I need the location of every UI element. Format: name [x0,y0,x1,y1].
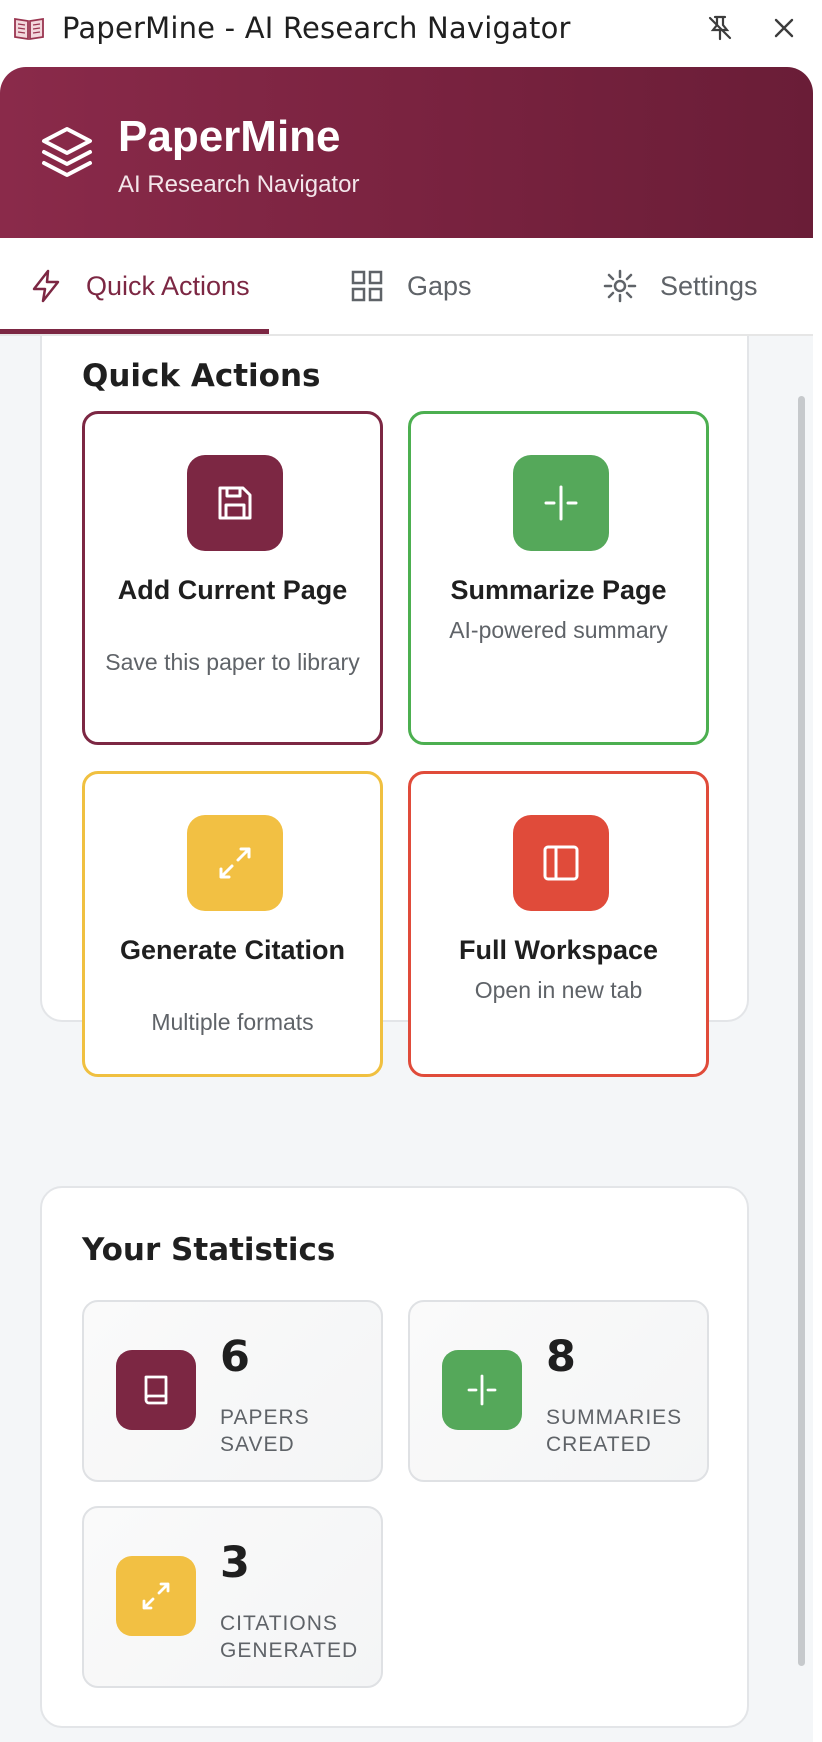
stat-value: 6 [220,1332,250,1382]
tab-quick-actions[interactable]: Quick Actions [28,238,250,334]
action-title: Add Current Page [117,575,348,605]
action-description: Open in new tab [474,977,643,1003]
full-workspace-button[interactable]: Full Workspace Open in new tab [408,771,709,1077]
summarize-page-button[interactable]: Summarize Page AI-powered summary [408,411,709,745]
stat-value: 8 [546,1332,576,1382]
app-header: PaperMine AI Research Navigator [0,67,813,238]
tab-label: Gaps [407,270,472,301]
stat-value: 3 [220,1538,250,1588]
save-icon [187,455,283,551]
close-icon[interactable] [768,12,800,44]
active-tab-indicator [0,329,269,334]
stat-label: PAPERS SAVED [220,1406,310,1456]
tab-label: Settings [660,270,758,301]
action-title: Full Workspace [458,935,659,965]
expand-arrows-icon [116,1556,196,1636]
app-subtitle: AI Research Navigator [118,171,360,198]
action-title: Summarize Page [450,575,667,605]
expand-arrows-icon [187,815,283,911]
action-description: Save this paper to library [105,649,360,675]
action-description: AI-powered summary [449,617,668,643]
tab-gaps[interactable]: Gaps [349,238,472,334]
quick-actions-card: Quick Actions Add Current Page Save this… [40,336,749,1077]
unpin-icon[interactable] [704,12,736,44]
stat-label: SUMMARIES CREATED [546,1406,683,1456]
app-name: PaperMine [118,112,341,161]
tab-settings[interactable]: Settings [602,238,758,334]
grid-icon [351,270,383,302]
window-title: PaperMine - AI Research Navigator [62,11,571,45]
panel-icon [513,815,609,911]
tab-content[interactable]: Quick Actions Add Current Page Save this… [0,336,813,1742]
scrollbar[interactable] [798,396,805,1666]
stat-citations-generated: 3 CITATIONS GENERATED [82,1506,383,1688]
sun-gear-icon [603,269,637,303]
add-current-page-button[interactable]: Add Current Page Save this paper to libr… [82,411,383,745]
statistics-card: Your Statistics 6 PAPERS SAVED 8 SUMMARI… [40,1186,749,1728]
stat-label: CITATIONS GENERATED [220,1612,359,1662]
split-icon [513,455,609,551]
book-icon [116,1350,196,1430]
tab-label: Quick Actions [86,270,250,301]
stat-papers-saved: 6 PAPERS SAVED [82,1300,383,1482]
action-title: Generate Citation [119,935,346,965]
window-titlebar: PaperMine - AI Research Navigator [0,0,822,56]
quick-actions-title: Quick Actions [82,358,321,394]
tab-bar: Quick Actions Gaps Settings [0,238,813,336]
stat-summaries-created: 8 SUMMARIES CREATED [408,1300,709,1482]
statistics-title: Your Statistics [82,1232,336,1268]
split-icon [442,1350,522,1430]
generate-citation-button[interactable]: Generate Citation Multiple formats [82,771,383,1077]
layers-icon [42,127,92,177]
lightning-icon [32,269,60,303]
open-book-icon [14,17,44,41]
action-description: Multiple formats [151,1009,314,1035]
